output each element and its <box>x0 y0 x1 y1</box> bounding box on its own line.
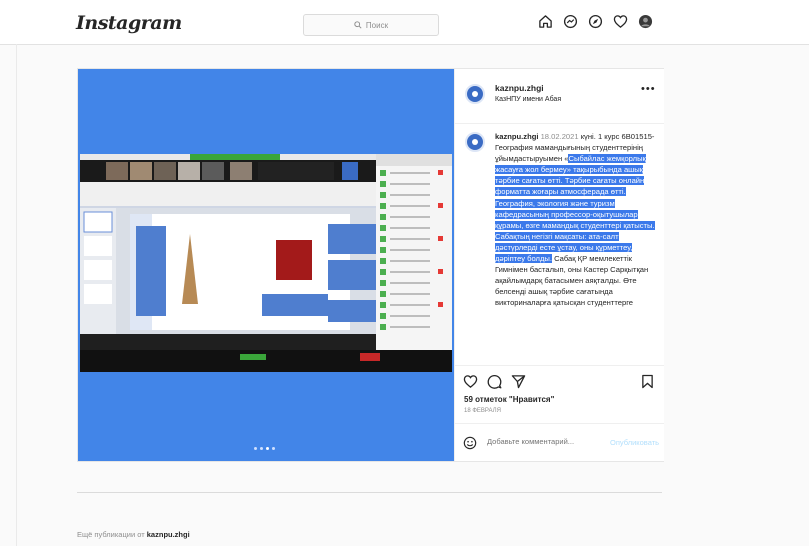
instagram-logo[interactable]: Instagram <box>76 12 182 34</box>
caption-text-selected: Сыбайлас жемқорлық жасауға жол бермеу» т… <box>495 154 655 264</box>
emoji-icon[interactable] <box>463 436 477 450</box>
post-location[interactable]: КазНПУ имени Абая <box>495 96 561 103</box>
publish-button[interactable]: Опубликовать <box>610 438 659 447</box>
post-username[interactable]: kaznpu.zhgi <box>495 83 544 93</box>
caption-username[interactable]: kaznpu.zhgi <box>495 132 538 141</box>
comment-icon[interactable] <box>487 374 502 389</box>
more-posts-heading: Ещё публикации от kaznpu.zhgi <box>77 530 190 539</box>
more-posts-label: Ещё публикации от <box>77 530 145 539</box>
more-options-icon[interactable]: ••• <box>641 83 656 95</box>
section-divider <box>77 492 662 493</box>
zoom-screenshot-image <box>80 154 452 372</box>
carousel-indicator <box>254 447 275 450</box>
post-media[interactable] <box>78 69 454 461</box>
post-side-panel: kaznpu.zhgi КазНПУ имени Абая ••• kaznpu… <box>454 69 664 461</box>
page-edge <box>16 44 17 546</box>
post-card: kaznpu.zhgi КазНПУ имени Абая ••• kaznpu… <box>77 68 664 462</box>
messenger-icon[interactable] <box>562 13 579 30</box>
more-posts-user[interactable]: kaznpu.zhgi <box>147 530 190 539</box>
search-box[interactable]: Поиск <box>303 14 439 36</box>
caption-date: 18.02.2021 <box>540 132 579 141</box>
profile-avatar[interactable] <box>637 13 654 30</box>
carousel-dot <box>254 447 257 450</box>
explore-icon[interactable] <box>587 13 604 30</box>
home-icon[interactable] <box>537 13 554 30</box>
top-navigation-bar: Instagram Поиск <box>0 0 809 45</box>
like-heart-icon[interactable] <box>463 374 478 389</box>
share-icon[interactable] <box>511 374 526 389</box>
search-placeholder: Поиск <box>365 20 389 30</box>
search-icon <box>354 21 362 29</box>
post-caption: kaznpu.zhgi 18.02.2021 күні. 1 курс 6В01… <box>495 131 655 361</box>
carousel-dot <box>272 447 275 450</box>
nav-icons <box>537 13 654 30</box>
carousel-dot-active <box>266 447 269 450</box>
carousel-dot <box>260 447 263 450</box>
action-icons <box>463 374 526 389</box>
account-avatar[interactable] <box>465 84 485 104</box>
comment-bar: Опубликовать <box>455 423 664 463</box>
post-header: kaznpu.zhgi КазНПУ имени Абая ••• <box>455 69 664 124</box>
bookmark-icon[interactable] <box>641 374 654 394</box>
likes-count[interactable]: 59 отметок "Нравится" <box>464 395 554 404</box>
comment-input[interactable] <box>487 437 607 446</box>
post-time[interactable]: 18 ФЕВРАЛЯ <box>464 408 501 414</box>
post-actions: 59 отметок "Нравится" 18 ФЕВРАЛЯ Опублик… <box>455 365 664 462</box>
heart-icon[interactable] <box>612 13 629 30</box>
caption-avatar[interactable] <box>465 132 485 152</box>
